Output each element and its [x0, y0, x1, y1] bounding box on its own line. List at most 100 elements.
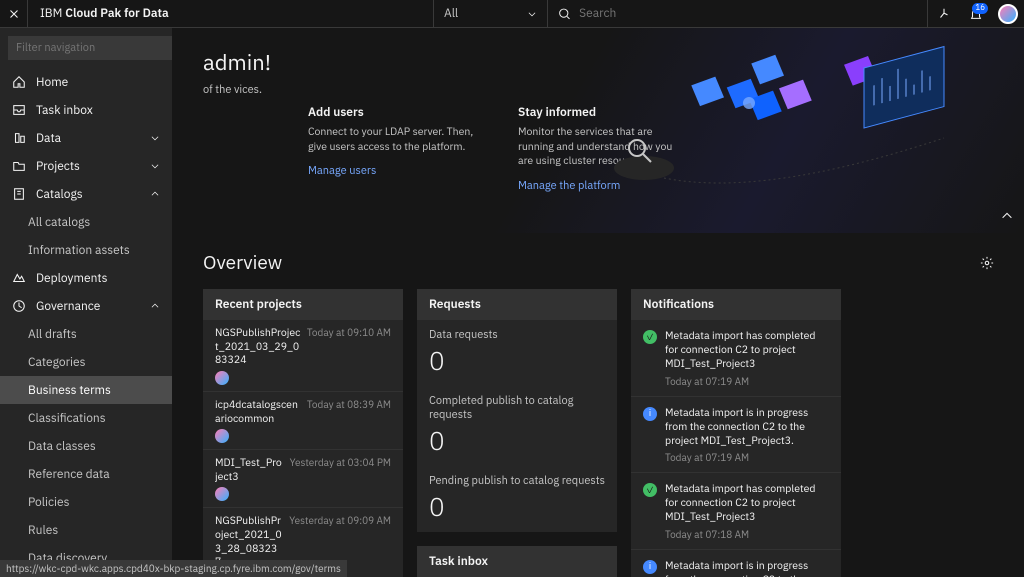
- chevron-up-icon: [150, 301, 160, 311]
- user-menu[interactable]: [992, 0, 1024, 28]
- sidebar-item-catalogs[interactable]: Catalogs: [0, 180, 172, 208]
- project-time: Yesterday at 09:09 AM: [289, 514, 391, 527]
- sidebar: Home Task inbox Data Projects Catalogs All ca…: [0, 28, 173, 577]
- sidebar-item-label: Data: [36, 131, 61, 146]
- overview-title: Overview: [203, 251, 282, 275]
- product-name: Cloud Pak for Data: [65, 6, 168, 21]
- notifications-button[interactable]: 16: [960, 0, 992, 28]
- request-label: Completed publish to catalog requests: [429, 394, 605, 422]
- product-prefix: IBM: [40, 6, 62, 21]
- card-header: Recent projects: [203, 289, 403, 320]
- card-header: Requests: [417, 289, 617, 320]
- task-inbox-card: Task inbox Assigned to me 145: [417, 546, 617, 577]
- project-item[interactable]: MDI_Test_Project3Yesterday at 03:04 PM: [203, 450, 403, 508]
- overview-settings-button[interactable]: [980, 256, 994, 270]
- product-title: IBM Cloud Pak for Data: [28, 6, 181, 21]
- chevron-down-icon: [527, 9, 537, 19]
- catalog-icon: [12, 187, 26, 201]
- sidebar-item-home[interactable]: Home: [0, 68, 172, 96]
- sidebar-item-rules[interactable]: Rules: [0, 516, 172, 544]
- sidebar-item-deployments[interactable]: Deployments: [0, 264, 172, 292]
- notification-item[interactable]: iMetadata import is in progress from the…: [631, 550, 841, 577]
- sidebar-item-label: Catalogs: [36, 187, 83, 202]
- project-name: NGSPublishProject_2021_03_29_083324: [215, 326, 301, 367]
- sidebar-item-reference-data[interactable]: Reference data: [0, 460, 172, 488]
- hero-card-link[interactable]: Manage users: [308, 164, 376, 178]
- sidebar-item-label: Task inbox: [36, 103, 93, 118]
- hero-card-title: Add users: [308, 105, 478, 120]
- sidebar-item-label: All catalogs: [28, 215, 90, 230]
- nav-filter-input[interactable]: [8, 36, 173, 60]
- hero-card-desc: Connect to your LDAP server. Then, give …: [308, 124, 478, 153]
- search-input[interactable]: [579, 6, 917, 21]
- chevron-up-icon: [150, 189, 160, 199]
- avatar-icon: [215, 429, 229, 443]
- notification-badge: 16: [972, 3, 988, 14]
- sidebar-item-projects[interactable]: Projects: [0, 152, 172, 180]
- sidebar-item-data-classes[interactable]: Data classes: [0, 432, 172, 460]
- global-search[interactable]: [548, 0, 928, 28]
- sidebar-item-label: Projects: [36, 159, 80, 174]
- project-name: icp4dcatalogscenariocommon: [215, 398, 301, 425]
- folder-icon: [12, 159, 26, 173]
- request-item: Pending publish to catalog requests 0: [417, 466, 617, 532]
- sidebar-item-business-terms[interactable]: Business terms: [0, 376, 172, 404]
- project-item[interactable]: NGSPublishProject_2021_03_29_083324Today…: [203, 320, 403, 392]
- sidebar-item-all-drafts[interactable]: All drafts: [0, 320, 172, 348]
- sidebar-item-classifications[interactable]: Classifications: [0, 404, 172, 432]
- home-icon: [12, 75, 26, 89]
- gov-icon: [12, 299, 26, 313]
- notification-item[interactable]: ✓Metadata import has completed for conne…: [631, 473, 841, 550]
- welcome-subtitle: of the vices.: [203, 83, 262, 193]
- chevron-down-icon: [150, 161, 160, 171]
- sidebar-item-task-inbox[interactable]: Task inbox: [0, 96, 172, 124]
- project-item[interactable]: icp4dcatalogscenariocommon Today at 08:39…: [203, 392, 403, 450]
- sidebar-item-information-assets[interactable]: Information assets: [0, 236, 172, 264]
- hero-card-title: Stay informed: [518, 105, 688, 120]
- inbox-icon: [12, 103, 26, 117]
- notification-text: Metadata import has completed for connec…: [665, 328, 829, 371]
- request-count: 0: [429, 424, 605, 458]
- notification-time: Today at 07:19 AM: [665, 375, 829, 388]
- notification-text: Metadata import is in progress from the …: [665, 405, 829, 448]
- sidebar-item-label: Categories: [28, 355, 85, 370]
- main-content: admin! of the vices. Add users Connect to…: [173, 28, 1024, 577]
- avatar-icon: [215, 487, 229, 501]
- recent-projects-card: Recent projects NGSPublishProject_2021_0…: [203, 289, 403, 577]
- project-time: Today at 08:39 AM: [307, 398, 391, 411]
- sidebar-item-data[interactable]: Data: [0, 124, 172, 152]
- notification-item[interactable]: i Metadata import is in progress from the…: [631, 397, 841, 474]
- notification-text: Metadata import is in progress from the …: [665, 558, 829, 577]
- notification-time: Today at 07:19 AM: [665, 451, 829, 464]
- hero-card: Stay informed Monitor the services that a…: [518, 105, 688, 193]
- request-count: 0: [429, 490, 605, 524]
- sidebar-item-categories[interactable]: Categories: [0, 348, 172, 376]
- gear-icon: [980, 256, 994, 270]
- chevron-up-icon: [1000, 209, 1014, 223]
- nav-close-button[interactable]: [0, 0, 28, 28]
- notification-item[interactable]: ✓Metadata import has completed for conne…: [631, 320, 841, 397]
- chevron-down-icon: [150, 133, 160, 143]
- scope-dropdown[interactable]: All: [433, 0, 548, 28]
- sidebar-item-all-catalogs[interactable]: All catalogs: [0, 208, 172, 236]
- sidebar-item-governance[interactable]: Governance: [0, 292, 172, 320]
- hero-card-link[interactable]: Manage the platform: [518, 179, 620, 193]
- info-icon: i: [643, 407, 657, 421]
- hero-banner: admin! of the vices. Add users Connect to…: [173, 28, 1024, 233]
- project-name: MDI_Test_Project3: [215, 456, 284, 483]
- sidebar-item-label: Information assets: [28, 243, 130, 258]
- requests-card: Requests Data requests0Completed publish…: [417, 289, 617, 532]
- sidebar-item-label: Home: [36, 75, 68, 90]
- sidebar-item-label: Governance: [36, 299, 100, 314]
- overview-section: Overview Recent projects NGSPublishProje…: [173, 233, 1024, 577]
- sidebar-item-label: Policies: [28, 495, 69, 510]
- sidebar-item-label: Business terms: [28, 383, 111, 398]
- help-button[interactable]: [928, 0, 960, 28]
- hero-card-desc: Monitor the services that are running an…: [518, 124, 688, 168]
- welcome-title: admin!: [203, 48, 994, 77]
- hero-collapse-button[interactable]: [1000, 209, 1014, 223]
- scope-label: All: [444, 6, 458, 21]
- sidebar-item-policies[interactable]: Policies: [0, 488, 172, 516]
- request-label: Pending publish to catalog requests: [429, 474, 605, 488]
- sidebar-item-label: Classifications: [28, 411, 106, 426]
